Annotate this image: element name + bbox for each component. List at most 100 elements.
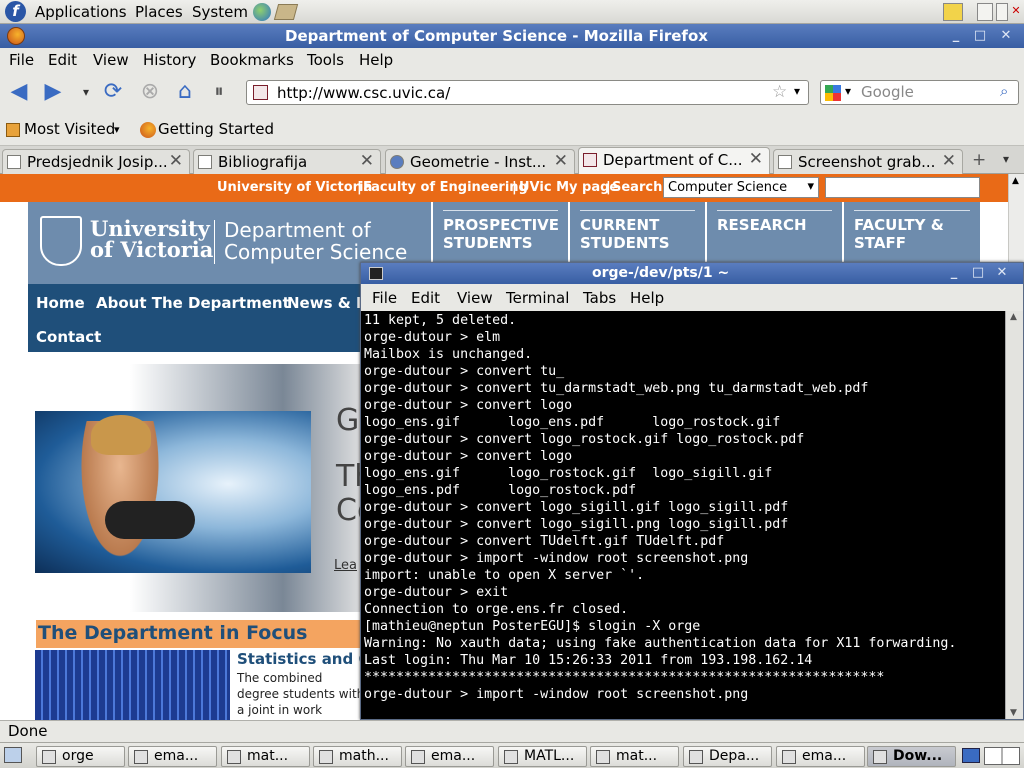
taskbar-button[interactable]: Dow... [867, 746, 956, 767]
show-desktop-icon[interactable] [4, 747, 22, 763]
pause-icon[interactable]: ⏸ [206, 80, 232, 104]
places-menu[interactable]: Places [135, 3, 183, 21]
terminal-scrollbar[interactable]: ▲ ▼ [1005, 311, 1023, 719]
maximize-button[interactable]: □ [971, 27, 989, 45]
network-icon[interactable] [996, 3, 1008, 21]
terminal-menu-tabs[interactable]: Tabs [583, 289, 616, 307]
taskbar-button[interactable]: ema... [405, 746, 494, 767]
system-menu[interactable]: System [192, 3, 248, 21]
site-search-input[interactable] [825, 177, 980, 198]
close-icon[interactable]: ✕ [360, 151, 374, 171]
terminal-output[interactable]: 11 kept, 5 deleted. orge-dutour > elm Mail… [361, 311, 1005, 719]
search-icon[interactable]: ⌕ [1000, 82, 1008, 100]
terminal-line: 11 kept, 5 deleted. [364, 313, 517, 328]
hero-learn-more-link[interactable]: Lea [334, 558, 357, 573]
stop-icon[interactable]: ⊗ [137, 80, 163, 104]
terminal-menu-terminal[interactable]: Terminal [506, 289, 569, 307]
fedora-logo-icon[interactable]: f [5, 1, 26, 22]
link-uvic-my-page[interactable]: UVic My page [519, 180, 618, 195]
scroll-up-icon[interactable]: ▲ [1012, 176, 1019, 186]
url-bar[interactable]: http://www.csc.uvic.ca/ ☆ ▾ [246, 80, 809, 105]
chevron-down-icon[interactable]: ▾ [114, 123, 120, 136]
close-icon[interactable]: ✕ [554, 151, 568, 171]
window-icon [873, 750, 887, 764]
taskbar-button[interactable]: orge [36, 746, 125, 767]
top-panel: f Applications Places System ✕ [0, 0, 1024, 24]
link-university-of-victoria[interactable]: University of Victoria [217, 180, 372, 195]
tab-screenshot[interactable]: Screenshot grab... ✕ [773, 149, 963, 174]
terminal-menu-view[interactable]: View [457, 289, 493, 307]
search-input[interactable]: Google [861, 83, 914, 101]
notes-icon[interactable] [943, 3, 963, 21]
workspace-1[interactable] [962, 748, 980, 763]
tab-bibliografija[interactable]: Bibliografija ✕ [193, 149, 381, 174]
tab-list-icon[interactable]: ▾ [1003, 152, 1009, 166]
link-faculty-of-engineering[interactable]: Faculty of Engineering [363, 180, 528, 195]
terminal-close-button[interactable]: ✕ [993, 264, 1011, 282]
nav-home[interactable]: Home [36, 294, 85, 312]
close-icon[interactable]: ✕ [749, 149, 763, 169]
taskbar-button[interactable]: Depa... [683, 746, 772, 767]
terminal-menu-file[interactable]: File [372, 289, 397, 307]
menu-edit[interactable]: Edit [48, 51, 77, 69]
terminal-menu-help[interactable]: Help [630, 289, 664, 307]
scroll-up-icon[interactable]: ▲ [1010, 312, 1017, 322]
battery-icon[interactable] [977, 3, 993, 21]
terminal-minimize-button[interactable]: _ [945, 264, 963, 282]
terminal-menu-edit[interactable]: Edit [411, 289, 440, 307]
close-icon[interactable]: ✕ [942, 151, 956, 171]
volume-icon[interactable]: ✕ [1010, 3, 1022, 21]
url-text[interactable]: http://www.csc.uvic.ca/ [277, 84, 450, 102]
home-icon[interactable]: ⌂ [172, 80, 198, 104]
bottom-panel: orge ema... mat... math... ema... MATL... mat.… [0, 742, 1024, 768]
taskbar-button[interactable]: mat... [590, 746, 679, 767]
new-tab-button[interactable]: + [972, 150, 986, 170]
taskbar-button[interactable]: ema... [128, 746, 217, 767]
terminal-maximize-button[interactable]: □ [969, 264, 987, 282]
close-icon[interactable]: ✕ [169, 151, 183, 171]
bookmark-getting-started[interactable]: Getting Started [158, 120, 274, 138]
terminal-line: Last login: Thu Mar 10 15:26:33 2011 fro… [364, 653, 813, 668]
search-bar[interactable]: ▾ Google ⌕ [820, 80, 1019, 105]
url-dropdown-icon[interactable]: ▾ [794, 84, 800, 98]
tab-geometrie[interactable]: Geometrie - Inst... ✕ [385, 149, 575, 174]
menu-view[interactable]: View [93, 51, 129, 69]
scroll-down-icon[interactable]: ▼ [1010, 708, 1017, 718]
workspace-switcher[interactable] [984, 747, 1020, 765]
menu-file[interactable]: File [9, 51, 34, 69]
applications-menu[interactable]: Applications [35, 3, 127, 21]
terminal-window[interactable]: orge-/dev/pts/1 ~ _ □ ✕ File Edit View T… [360, 262, 1024, 720]
google-engine-icon[interactable] [825, 85, 841, 101]
menu-bookmarks[interactable]: Bookmarks [210, 51, 294, 69]
terminal-line: orge-dutour > elm [364, 330, 501, 345]
taskbar-button[interactable]: ema... [776, 746, 865, 767]
bookmarks-toolbar: Most Visited ▾ Getting Started [0, 112, 1024, 146]
history-dropdown-icon[interactable]: ▾ [73, 80, 99, 104]
taskbar-button[interactable]: mat... [221, 746, 310, 767]
nav-news[interactable]: News & E [287, 294, 366, 312]
menu-tools[interactable]: Tools [307, 51, 344, 69]
window-icon [782, 750, 796, 764]
search-scope-select[interactable]: Computer Science ▾ [663, 177, 819, 198]
tab-department[interactable]: Department of C... ✕ [578, 147, 770, 175]
taskbar-button[interactable]: math... [313, 746, 402, 767]
tab-predsjednik[interactable]: Predsjednik Josip... ✕ [2, 149, 190, 174]
back-icon[interactable]: ◀ [6, 80, 32, 104]
forward-icon[interactable]: ▶ [40, 80, 66, 104]
taskbar-button[interactable]: MATL... [498, 746, 587, 767]
nav-contact[interactable]: Contact [36, 328, 101, 346]
web-browser-launcher-icon[interactable] [253, 3, 271, 21]
terminal-line: Mailbox is unchanged. [364, 347, 533, 362]
reload-icon[interactable]: ⟳ [100, 80, 126, 104]
terminal-titlebar[interactable]: orge-/dev/pts/1 ~ _ □ ✕ [361, 263, 1023, 284]
engine-dropdown-icon[interactable]: ▾ [845, 84, 851, 98]
menu-help[interactable]: Help [359, 51, 393, 69]
nav-about[interactable]: About The Department [96, 294, 290, 312]
email-launcher-icon[interactable] [273, 4, 299, 20]
stats-heading[interactable]: Statistics and C [237, 650, 369, 668]
close-button[interactable]: ✕ [997, 27, 1015, 45]
minimize-button[interactable]: _ [947, 27, 965, 45]
menu-history[interactable]: History [143, 51, 196, 69]
bookmark-most-visited[interactable]: Most Visited [24, 120, 115, 138]
bookmark-star-icon[interactable]: ☆ [772, 82, 787, 102]
